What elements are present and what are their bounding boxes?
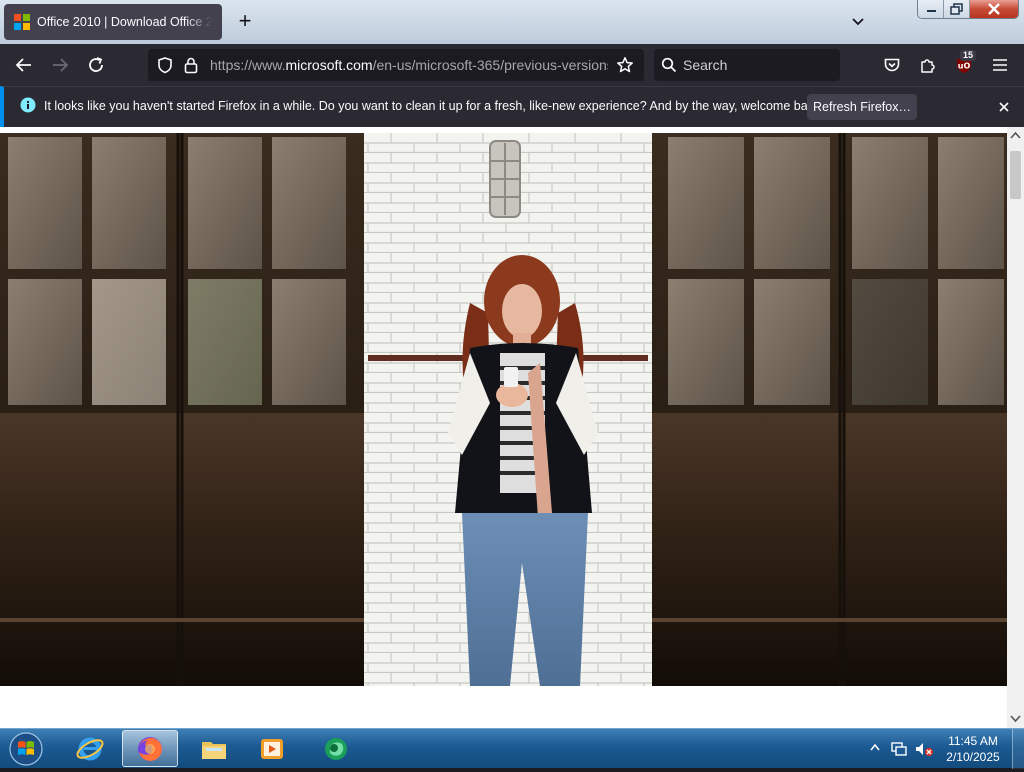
- search-field[interactable]: Search: [654, 49, 840, 81]
- minimize-button[interactable]: [918, 0, 944, 18]
- hero-photo-woman-with-phone: [0, 133, 1007, 686]
- back-button[interactable]: [10, 52, 38, 78]
- notification-close-button[interactable]: [994, 97, 1014, 117]
- pocket-button[interactable]: [878, 52, 906, 78]
- close-icon: [999, 102, 1009, 112]
- firefox-icon: [138, 736, 162, 761]
- extension-badge-count: 15: [960, 50, 976, 61]
- taskbar-internet-explorer[interactable]: [62, 730, 118, 767]
- folder-icon: [202, 741, 226, 759]
- tab-strip: Office 2010 | Download Office 2010 +: [0, 0, 1024, 44]
- system-clock[interactable]: 11:45 AM 2/10/2025: [940, 733, 1006, 765]
- bookmark-star-icon[interactable]: [616, 56, 634, 74]
- notification-message: It looks like you haven't started Firefo…: [44, 99, 824, 113]
- windows-taskbar: 11:45 AM 2/10/2025: [0, 728, 1024, 769]
- reload-button[interactable]: [82, 52, 110, 78]
- tracking-protection-shield-icon[interactable]: [156, 56, 174, 74]
- close-window-button[interactable]: [970, 0, 1018, 18]
- page-content: [0, 127, 1007, 728]
- search-icon: [661, 57, 677, 73]
- clock-time: 11:45 AM: [948, 734, 998, 748]
- clock-date: 2/10/2025: [946, 750, 1000, 764]
- app-icon: [325, 737, 347, 760]
- start-button[interactable]: [6, 731, 46, 767]
- restore-icon: [950, 3, 963, 15]
- chevron-down-icon: [852, 18, 864, 26]
- extensions-button[interactable]: [914, 52, 942, 78]
- network-icon[interactable]: [890, 741, 908, 757]
- hamburger-menu-icon: [993, 59, 1007, 71]
- tab-office-2010[interactable]: Office 2010 | Download Office 2010: [4, 4, 222, 40]
- windows-start-orb-icon: [9, 732, 43, 766]
- microsoft-logo-icon: [14, 14, 30, 30]
- navigation-toolbar: https://www.microsoft.com/en-us/microsof…: [0, 44, 1024, 86]
- url-bar[interactable]: https://www.microsoft.com/en-us/microsof…: [148, 49, 644, 81]
- lock-icon[interactable]: [183, 56, 199, 74]
- restore-button[interactable]: [944, 0, 970, 18]
- taskbar-file-explorer[interactable]: [186, 730, 242, 767]
- hero-image: [0, 133, 1007, 686]
- forward-button[interactable]: [46, 52, 74, 78]
- new-tab-button[interactable]: +: [232, 9, 258, 35]
- svg-text:uO: uO: [958, 62, 971, 71]
- close-icon: [988, 3, 1000, 15]
- notification-bar: It looks like you haven't started Firefo…: [0, 86, 1024, 127]
- taskbar-app[interactable]: [308, 730, 364, 767]
- show-hidden-icons-arrow-icon[interactable]: [868, 741, 882, 755]
- scroll-down-arrow-icon[interactable]: [1010, 714, 1021, 724]
- page-scrollbar[interactable]: [1007, 127, 1024, 728]
- info-icon: [20, 97, 36, 113]
- pocket-icon: [884, 58, 900, 72]
- show-desktop-button[interactable]: [1012, 729, 1024, 769]
- media-player-icon: [261, 738, 283, 759]
- search-placeholder: Search: [683, 57, 728, 73]
- window-controls: [917, 0, 1019, 19]
- scrollbar-thumb[interactable]: [1010, 151, 1021, 199]
- forward-arrow-icon: [53, 58, 69, 72]
- refresh-firefox-button[interactable]: Refresh Firefox…: [807, 94, 917, 120]
- reload-icon: [89, 57, 103, 72]
- taskbar-firefox[interactable]: [122, 730, 178, 767]
- tab-title: Office 2010 | Download Office 2010: [37, 15, 212, 29]
- scroll-up-arrow-icon[interactable]: [1010, 131, 1021, 141]
- menu-button[interactable]: [986, 52, 1014, 78]
- puzzle-piece-icon: [921, 59, 935, 73]
- volume-muted-icon[interactable]: [914, 741, 934, 757]
- list-all-tabs-button[interactable]: [846, 10, 870, 34]
- back-arrow-icon: [15, 58, 31, 72]
- minimize-icon: [927, 10, 936, 12]
- url-text[interactable]: https://www.microsoft.com/en-us/microsof…: [210, 57, 608, 73]
- internet-explorer-icon: [76, 737, 104, 760]
- taskbar-media-player[interactable]: [244, 730, 300, 767]
